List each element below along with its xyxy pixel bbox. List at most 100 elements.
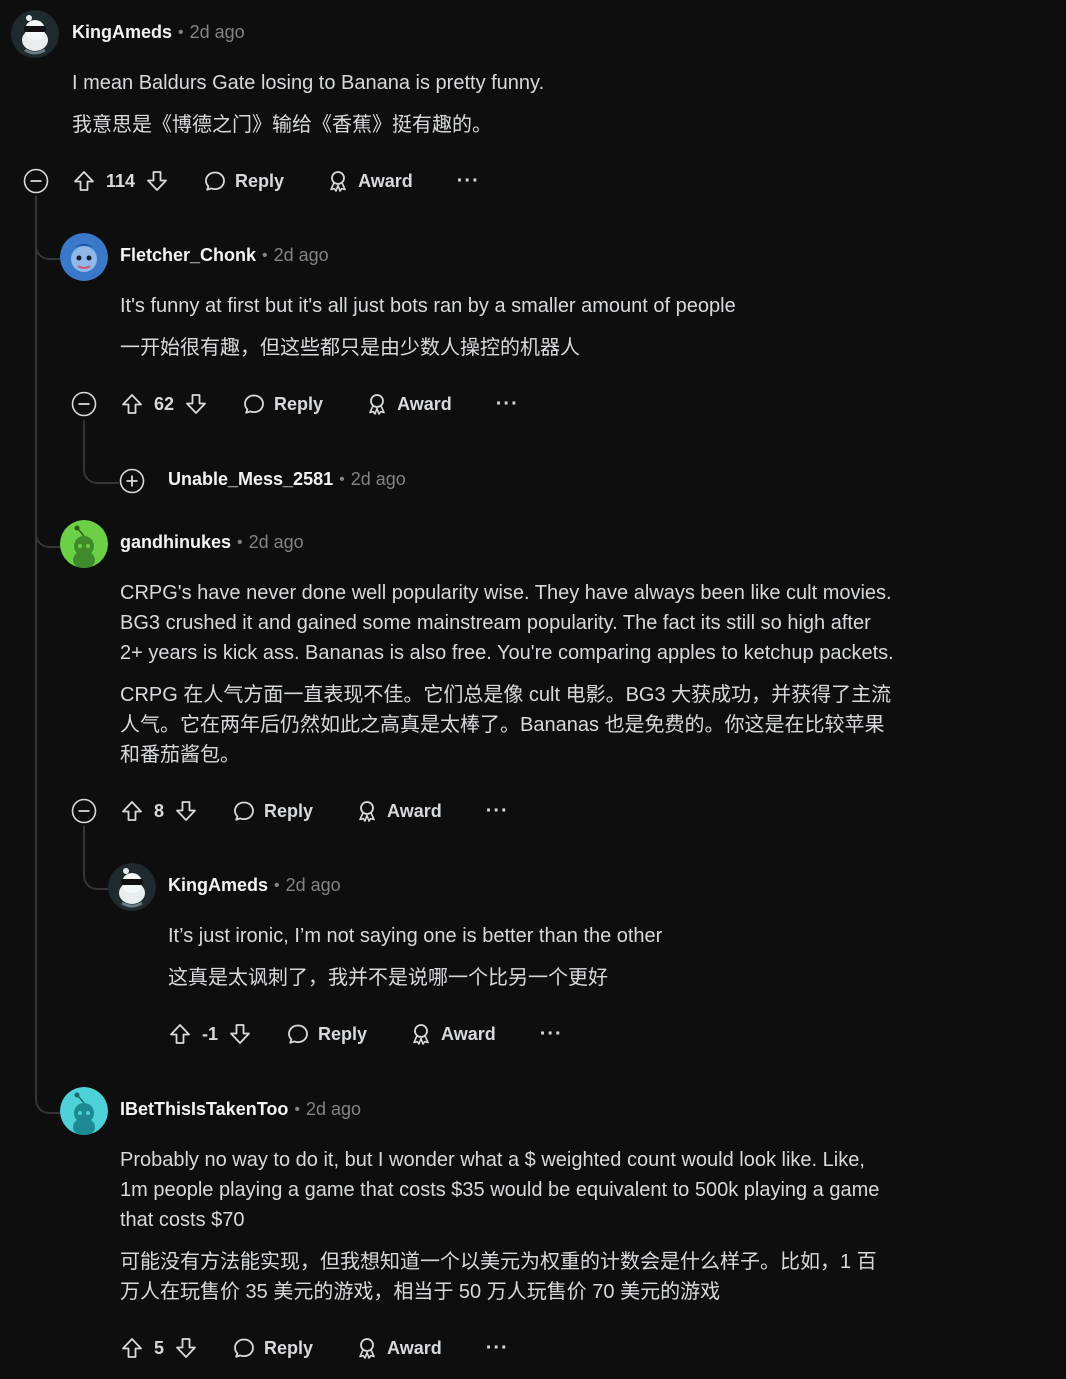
award-button[interactable]: Award	[355, 799, 442, 823]
comment-text: I mean Baldurs Gate losing to Banana is …	[72, 72, 545, 94]
comment-translation: 这真是太讽刺了，我并不是说哪一个比另一个更好	[168, 967, 608, 989]
comment-translation-line: 和番茄酱包。	[120, 744, 240, 766]
award-button[interactable]: Award	[326, 169, 413, 193]
reply-button[interactable]: Reply	[242, 392, 323, 416]
reply-bubble-icon	[242, 392, 266, 416]
award-label: Award	[387, 1337, 442, 1358]
comment-header: gandhinukes • 2d ago	[120, 532, 304, 553]
collapse-icon	[23, 168, 49, 194]
downvote-button[interactable]	[228, 1022, 252, 1046]
avatar[interactable]	[11, 10, 59, 58]
downvote-button[interactable]	[184, 392, 208, 416]
downvote-icon	[228, 1022, 252, 1046]
comment-actions: 8 Reply Award ···	[120, 793, 509, 829]
avatar[interactable]	[108, 863, 156, 911]
separator-dot: •	[339, 470, 345, 488]
timestamp[interactable]: 2d ago	[306, 1099, 361, 1120]
upvote-icon	[168, 1022, 192, 1046]
comment-actions: 62 Reply Award ···	[120, 386, 519, 422]
avatar[interactable]	[60, 520, 108, 568]
comment-header: Fletcher_Chonk • 2d ago	[120, 245, 329, 266]
award-button[interactable]: Award	[365, 392, 452, 416]
more-options-button[interactable]: ···	[486, 800, 509, 823]
timestamp[interactable]: 2d ago	[351, 469, 406, 490]
award-label: Award	[358, 170, 413, 191]
comment-text-line: 2+ years is kick ass. Bananas is also fr…	[120, 642, 894, 664]
timestamp[interactable]: 2d ago	[274, 245, 329, 266]
collapse-button[interactable]	[71, 798, 97, 824]
reply-button[interactable]: Reply	[203, 169, 284, 193]
username[interactable]: Unable_Mess_2581	[168, 469, 333, 490]
award-label: Award	[441, 1023, 496, 1044]
separator-dot: •	[274, 876, 280, 894]
more-options-button[interactable]: ···	[540, 1023, 563, 1046]
reply-button[interactable]: Reply	[286, 1022, 367, 1046]
comment-actions: 114 Reply Award ···	[72, 163, 480, 199]
thread-connector	[35, 510, 61, 548]
downvote-icon	[184, 392, 208, 416]
username[interactable]: IBetThisIsTakenToo	[120, 1099, 288, 1120]
comment-text: It's funny at first but it's all just bo…	[120, 295, 736, 317]
reply-button[interactable]: Reply	[232, 1336, 313, 1360]
upvote-icon	[120, 392, 144, 416]
separator-dot: •	[178, 23, 184, 41]
award-icon	[365, 392, 389, 416]
separator-dot: •	[262, 246, 268, 264]
collapse-button[interactable]	[71, 391, 97, 417]
separator-dot: •	[294, 1100, 300, 1118]
reply-label: Reply	[274, 393, 324, 414]
upvote-button[interactable]	[72, 169, 96, 193]
comment-translation-line: 万人在玩售价 35 美元的游戏，相当于 50 万人玩售价 70 美元的游戏	[120, 1281, 721, 1303]
timestamp[interactable]: 2d ago	[190, 22, 245, 43]
upvote-button[interactable]	[168, 1022, 192, 1046]
avatar[interactable]	[60, 1087, 108, 1135]
more-options-button[interactable]: ···	[496, 393, 519, 416]
thread-line-level2	[83, 826, 85, 852]
downvote-icon	[145, 169, 169, 193]
username[interactable]: gandhinukes	[120, 532, 231, 553]
upvote-button[interactable]	[120, 392, 144, 416]
thread-connector	[35, 1076, 61, 1114]
comment-body: It’s just ironic, I’m not saying one is …	[168, 921, 662, 993]
comment-translation: 一开始很有趣，但这些都只是由少数人操控的机器人	[120, 337, 580, 359]
comment-text-line: 1m people playing a game that costs $35 …	[120, 1179, 880, 1201]
more-options-button[interactable]: ···	[457, 170, 480, 193]
reply-label: Reply	[318, 1023, 368, 1044]
reply-button[interactable]: Reply	[232, 799, 313, 823]
comment-translation: 我意思是《博德之门》输给《香蕉》挺有趣的。	[72, 114, 492, 136]
comment-body: I mean Baldurs Gate losing to Banana is …	[72, 68, 544, 140]
comment-text-line: CRPG's have never done well popularity w…	[120, 582, 892, 604]
expand-button[interactable]	[119, 468, 145, 494]
award-label: Award	[387, 800, 442, 821]
upvote-button[interactable]	[120, 799, 144, 823]
collapse-button[interactable]	[23, 168, 49, 194]
downvote-button[interactable]	[174, 799, 198, 823]
comment-header: KingAmeds • 2d ago	[72, 22, 245, 43]
upvote-icon	[72, 169, 96, 193]
username[interactable]: Fletcher_Chonk	[120, 245, 256, 266]
comment-body: CRPG's have never done well popularity w…	[120, 578, 940, 770]
award-button[interactable]: Award	[409, 1022, 496, 1046]
downvote-button[interactable]	[145, 169, 169, 193]
upvote-button[interactable]	[120, 1336, 144, 1360]
award-button[interactable]: Award	[355, 1336, 442, 1360]
downvote-button[interactable]	[174, 1336, 198, 1360]
expand-icon	[119, 468, 145, 494]
more-options-button[interactable]: ···	[486, 1337, 509, 1360]
vote-count: 8	[154, 800, 165, 821]
comment-body: Probably no way to do it, but I wonder w…	[120, 1145, 940, 1307]
username[interactable]: KingAmeds	[72, 22, 172, 43]
award-icon	[355, 1336, 379, 1360]
username[interactable]: KingAmeds	[168, 875, 268, 896]
thread-connector	[35, 222, 61, 260]
reply-label: Reply	[264, 800, 314, 821]
timestamp[interactable]: 2d ago	[249, 532, 304, 553]
collapse-icon	[71, 391, 97, 417]
timestamp[interactable]: 2d ago	[286, 875, 341, 896]
upvote-icon	[120, 1336, 144, 1360]
comment-translation-line: CRPG 在人气方面一直表现不佳。它们总是像 cult 电影。BG3 大获成功，…	[120, 684, 892, 706]
avatar[interactable]	[60, 233, 108, 281]
comment-body: It's funny at first but it's all just bo…	[120, 291, 736, 363]
reply-label: Reply	[264, 1337, 314, 1358]
downvote-icon	[174, 799, 198, 823]
